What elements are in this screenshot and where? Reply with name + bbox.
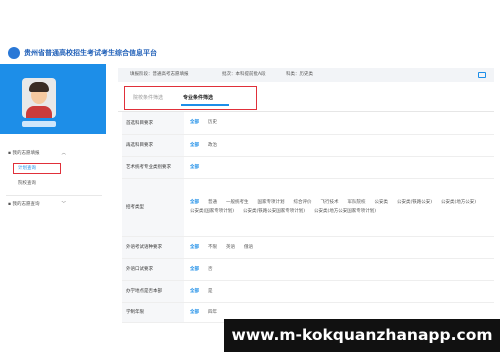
top-header: 贵州省普通高校招生考试考生综合信息平台 (0, 0, 500, 60)
filter-option[interactable]: 国家专项计划 (258, 198, 285, 207)
sidebar-item-school-query[interactable]: 院校查询 (18, 180, 36, 186)
filter-option-all[interactable]: 全部 (190, 287, 199, 296)
tab-major-filter[interactable]: 专业条件筛选 (183, 94, 213, 101)
filter-tabs: 院校条件筛选 专业条件筛选 (124, 86, 257, 110)
filter-options: 全部 政治 (184, 134, 494, 157)
filter-row: 外语口试要求 全部否 (122, 258, 494, 281)
filter-option[interactable]: 一般统考生 (226, 198, 249, 207)
filter-option-all[interactable]: 全部 (190, 243, 199, 252)
settings-icon[interactable] (478, 72, 486, 78)
sidebar-item-apply[interactable]: ▪ 我的志愿填报 ︿ (8, 150, 66, 156)
filter-option-all[interactable]: 全部 (190, 198, 199, 207)
filter-options: 全部 历史 (184, 112, 494, 135)
filter-option[interactable]: 四年 (208, 308, 217, 317)
filter-option[interactable]: 不限 (208, 243, 217, 252)
filter-option-all[interactable]: 全部 (190, 265, 199, 274)
filter-option[interactable]: 是 (208, 287, 213, 296)
filter-label: 外语口试要求 (122, 258, 184, 281)
active-tab-indicator (181, 104, 229, 106)
filter-label: 首选科目要求 (122, 112, 184, 135)
avatar (22, 78, 56, 118)
chevron-down-icon: ﹀ (61, 202, 66, 207)
watermark-banner: www.m-kokquanzhanapp.com (224, 319, 500, 352)
filter-options: 全部否 (184, 258, 494, 281)
filter-option[interactable]: 政治 (208, 141, 217, 150)
stage-info: 填报阶段：普通高考志愿填报 (130, 72, 189, 77)
main-content: 填报阶段：普通高考志愿填报 批次：本科提前批A段 科类：历史类 院校条件筛选 专… (118, 60, 500, 362)
filter-option-all[interactable]: 全部 (190, 163, 199, 172)
filter-label: 艺术统考专业类别要求 (122, 156, 184, 179)
profile-panel (0, 64, 106, 134)
profile-name-bar (22, 121, 56, 127)
filter-label: 办学地点是否本部 (122, 280, 184, 303)
filter-option[interactable]: 军队院校 (348, 198, 366, 207)
filter-option-all[interactable]: 全部 (190, 308, 199, 317)
filter-option[interactable]: 否 (208, 265, 213, 274)
sidebar-divider (6, 195, 102, 196)
filter-label: 招考类型 (122, 178, 184, 237)
filter-label: 再选科目要求 (122, 134, 184, 157)
filter-option-all[interactable]: 全部 (190, 141, 199, 150)
batch-info: 批次：本科提前批A段 (222, 72, 266, 77)
filter-options: 全部 不限 英语 俄语 (184, 236, 494, 259)
filter-label: 外语考试语种要求 (122, 236, 184, 259)
filter-row: 首选科目要求 全部 历史 (122, 112, 494, 135)
filter-option[interactable]: 公安类(地方公安国家专项计划) (314, 207, 376, 216)
filter-table: 首选科目要求 全部 历史 再选科目要求 全部 政治 艺术统考专业类别要求 全部 招考类型 全部 普通… (122, 112, 494, 323)
filter-option[interactable]: 普通 (208, 198, 217, 207)
filter-row: 招考类型 全部 普通 一般统考生 国家专项计划 综合评价 飞行技术 军队院校 公安类 公安类(铁路… (122, 178, 494, 237)
filter-option[interactable]: 英语 (226, 243, 235, 252)
subject-info: 科类：历史类 (286, 72, 313, 77)
filter-option-all[interactable]: 全部 (190, 118, 199, 127)
filter-options: 全部 普通 一般统考生 国家专项计划 综合评价 飞行技术 军队院校 公安类 公安类(铁路公安) 公… (184, 178, 494, 237)
filter-option[interactable]: 俄语 (244, 243, 253, 252)
sidebar-item-my-query[interactable]: ▪ 我的志愿查询 ﹀ (8, 201, 66, 207)
platform-title: 贵州省普通高校招生考试考生综合信息平台 (24, 49, 157, 57)
filter-row: 艺术统考专业类别要求 全部 (122, 156, 494, 179)
filter-option[interactable]: 历史 (208, 118, 217, 127)
filter-option[interactable]: 公安类 (375, 198, 389, 207)
filter-option[interactable]: 公安类(铁路公安) (397, 198, 432, 207)
filter-option[interactable]: 公安类(地方公安) (441, 198, 476, 207)
filter-options: 全部是 (184, 280, 494, 303)
filter-row: 办学地点是否本部 全部是 (122, 280, 494, 303)
info-bar: 填报阶段：普通高考志愿填报 批次：本科提前批A段 科类：历史类 (118, 68, 494, 82)
filter-option[interactable]: 综合评价 (294, 198, 312, 207)
chevron-up-icon: ︿ (61, 151, 66, 156)
filter-row: 再选科目要求 全部 政治 (122, 134, 494, 157)
filter-option[interactable]: 公安类(国家专项计划) (190, 207, 234, 216)
platform-logo-icon (8, 47, 20, 59)
filter-option[interactable]: 公安类(铁路公安国家专项计划) (243, 207, 305, 216)
highlight-plan-query (13, 163, 61, 174)
sidebar: ▪ 我的志愿填报 ︿ 计划查询 院校查询 ▪ 我的志愿查询 ﹀ (0, 64, 106, 362)
tab-school-filter[interactable]: 院校条件筛选 (133, 94, 163, 101)
filter-row: 外语考试语种要求 全部 不限 英语 俄语 (122, 236, 494, 259)
filter-label: 学制年限 (122, 302, 184, 323)
filter-option[interactable]: 飞行技术 (321, 198, 339, 207)
filter-options: 全部 (184, 156, 494, 179)
